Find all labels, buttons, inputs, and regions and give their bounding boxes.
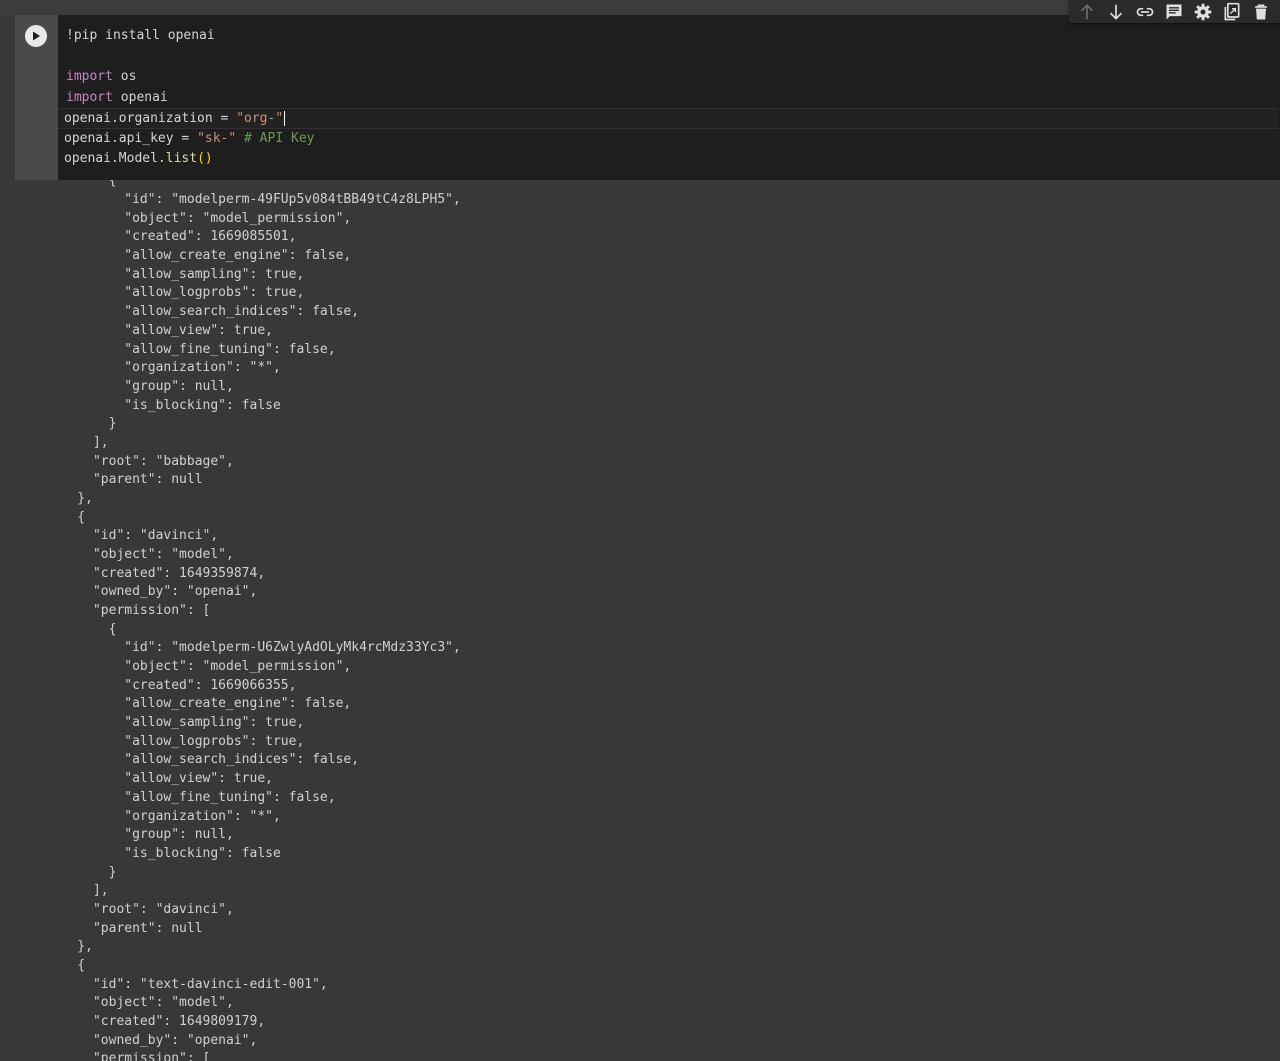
- output-line: {: [46, 180, 117, 189]
- output-line: "allow_search_indices": false,: [46, 304, 360, 320]
- output-line: "group": null,: [46, 378, 234, 394]
- output-line: },: [46, 490, 93, 506]
- code-editor[interactable]: !pip install openai import os import ope…: [58, 15, 1280, 180]
- output-line: {: [46, 621, 117, 637]
- comment-icon: [1166, 4, 1181, 19]
- output-line: "created": 1649359874,: [46, 565, 266, 581]
- code-text: openai: [112, 90, 168, 105]
- output-line: "object": "model_permission",: [46, 659, 352, 675]
- output-line: "allow_view": true,: [46, 322, 273, 338]
- settings-gear-icon: [1194, 3, 1211, 20]
- link-icon: [1136, 7, 1153, 16]
- link-button[interactable]: [1130, 0, 1159, 23]
- output-line: "group": null,: [46, 827, 234, 843]
- output-line: "allow_fine_tuning": false,: [46, 789, 336, 805]
- output-line: "permission": [: [46, 1051, 211, 1061]
- mirror-cell-button[interactable]: [1217, 0, 1246, 23]
- output-line: "allow_view": true,: [46, 771, 273, 787]
- output-line: "object": "model",: [46, 547, 234, 562]
- output-line: {: [46, 957, 86, 973]
- mirror-cell-icon: [1224, 2, 1239, 20]
- move-cell-up-button[interactable]: [1072, 0, 1101, 23]
- delete-trash-icon: [1254, 4, 1267, 19]
- output-line: "permission": [: [46, 603, 211, 619]
- code-text: openai.organization =: [64, 111, 237, 126]
- code-text: openai.api_key =: [64, 131, 198, 146]
- code-line-active: openai.organization = "org-": [58, 108, 1278, 129]
- output-line: "created": 1669066355,: [46, 677, 297, 693]
- output-line: "root": "babbage",: [46, 453, 234, 469]
- output-line: ],: [46, 883, 109, 899]
- output-line: "organization": "*",: [46, 808, 281, 824]
- code-cell: !pip install openai import os import ope…: [15, 15, 1280, 180]
- cell-gutter: [15, 15, 58, 180]
- output-line: "is_blocking": false: [46, 845, 281, 861]
- output-line: "allow_fine_tuning": false,: [46, 341, 336, 357]
- output-line: "object": "model_permission",: [46, 210, 352, 226]
- code-text: !pip install openai: [66, 28, 215, 43]
- output-line: "organization": "*",: [46, 360, 281, 376]
- output-line: "allow_create_engine": false,: [46, 248, 352, 264]
- output-line: "owned_by": "openai",: [46, 1032, 258, 1048]
- output-line: "root": "davinci",: [46, 901, 234, 917]
- output-line: }: [46, 416, 117, 432]
- run-cell-button[interactable]: [25, 25, 47, 47]
- delete-button[interactable]: [1246, 0, 1275, 23]
- output-line: "allow_logprobs": true,: [46, 733, 305, 749]
- cell-output: { "id": "modelperm-49FUp5v084tBB49tC4z8L…: [15, 180, 1280, 1061]
- output-line: {: [46, 509, 86, 525]
- cell-toolbar: [1069, 0, 1280, 23]
- move-cell-down-icon: [1109, 4, 1122, 19]
- keyword-text: import: [66, 90, 113, 105]
- move-cell-up-icon: [1080, 4, 1093, 19]
- output-line: "parent": null: [46, 472, 203, 488]
- code-line: import os: [66, 67, 136, 86]
- paren-text: (): [197, 151, 213, 166]
- output-line: "allow_logprobs": true,: [46, 285, 305, 301]
- code-line: openai.Model.list(): [64, 149, 213, 168]
- string-text: "sk-": [197, 131, 237, 146]
- keyword-text: import: [66, 69, 113, 84]
- output-line: "id": "davinci",: [46, 528, 219, 544]
- output-line: ],: [46, 434, 109, 450]
- output-line: "allow_search_indices": false,: [46, 752, 360, 768]
- code-text: os: [112, 69, 137, 84]
- comment-button[interactable]: [1159, 0, 1188, 23]
- output-line: "owned_by": "openai",: [46, 584, 258, 600]
- move-cell-down-button[interactable]: [1101, 0, 1130, 23]
- output-line: "allow_create_engine": false,: [46, 696, 352, 712]
- output-line: "object": "model",: [46, 995, 234, 1011]
- output-line: },: [46, 939, 93, 955]
- code-text: openai.Model.: [64, 151, 166, 166]
- output-line: "allow_sampling": true,: [46, 715, 305, 731]
- code-line: import openai: [66, 88, 168, 107]
- output-line: "created": 1649809179,: [46, 1014, 266, 1029]
- output-line: "created": 1669085501,: [46, 229, 297, 245]
- output-line: "allow_sampling": true,: [46, 266, 305, 282]
- output-line: "parent": null: [46, 920, 203, 936]
- output-line: "id": "modelperm-49FUp5v084tBB49tC4z8LPH…: [46, 192, 461, 208]
- function-text: list: [165, 151, 198, 166]
- output-line: "is_blocking": false: [46, 397, 281, 413]
- notebook-page: !pip install openai import os import ope…: [0, 0, 1280, 1061]
- comment-text: # API Key: [236, 131, 315, 146]
- output-line: }: [46, 864, 117, 880]
- code-line: !pip install openai: [66, 26, 215, 45]
- output-line: "id": "modelperm-U6ZwlyAdOLyMk4rcMdz33Yc…: [46, 640, 461, 656]
- code-line: openai.api_key = "sk-" # API Key: [64, 129, 314, 148]
- settings-button[interactable]: [1188, 0, 1217, 23]
- output-line: "id": "text-davinci-edit-001",: [46, 976, 328, 992]
- play-icon: [33, 31, 40, 41]
- text-cursor: [284, 111, 286, 126]
- string-text: "org-": [236, 111, 284, 126]
